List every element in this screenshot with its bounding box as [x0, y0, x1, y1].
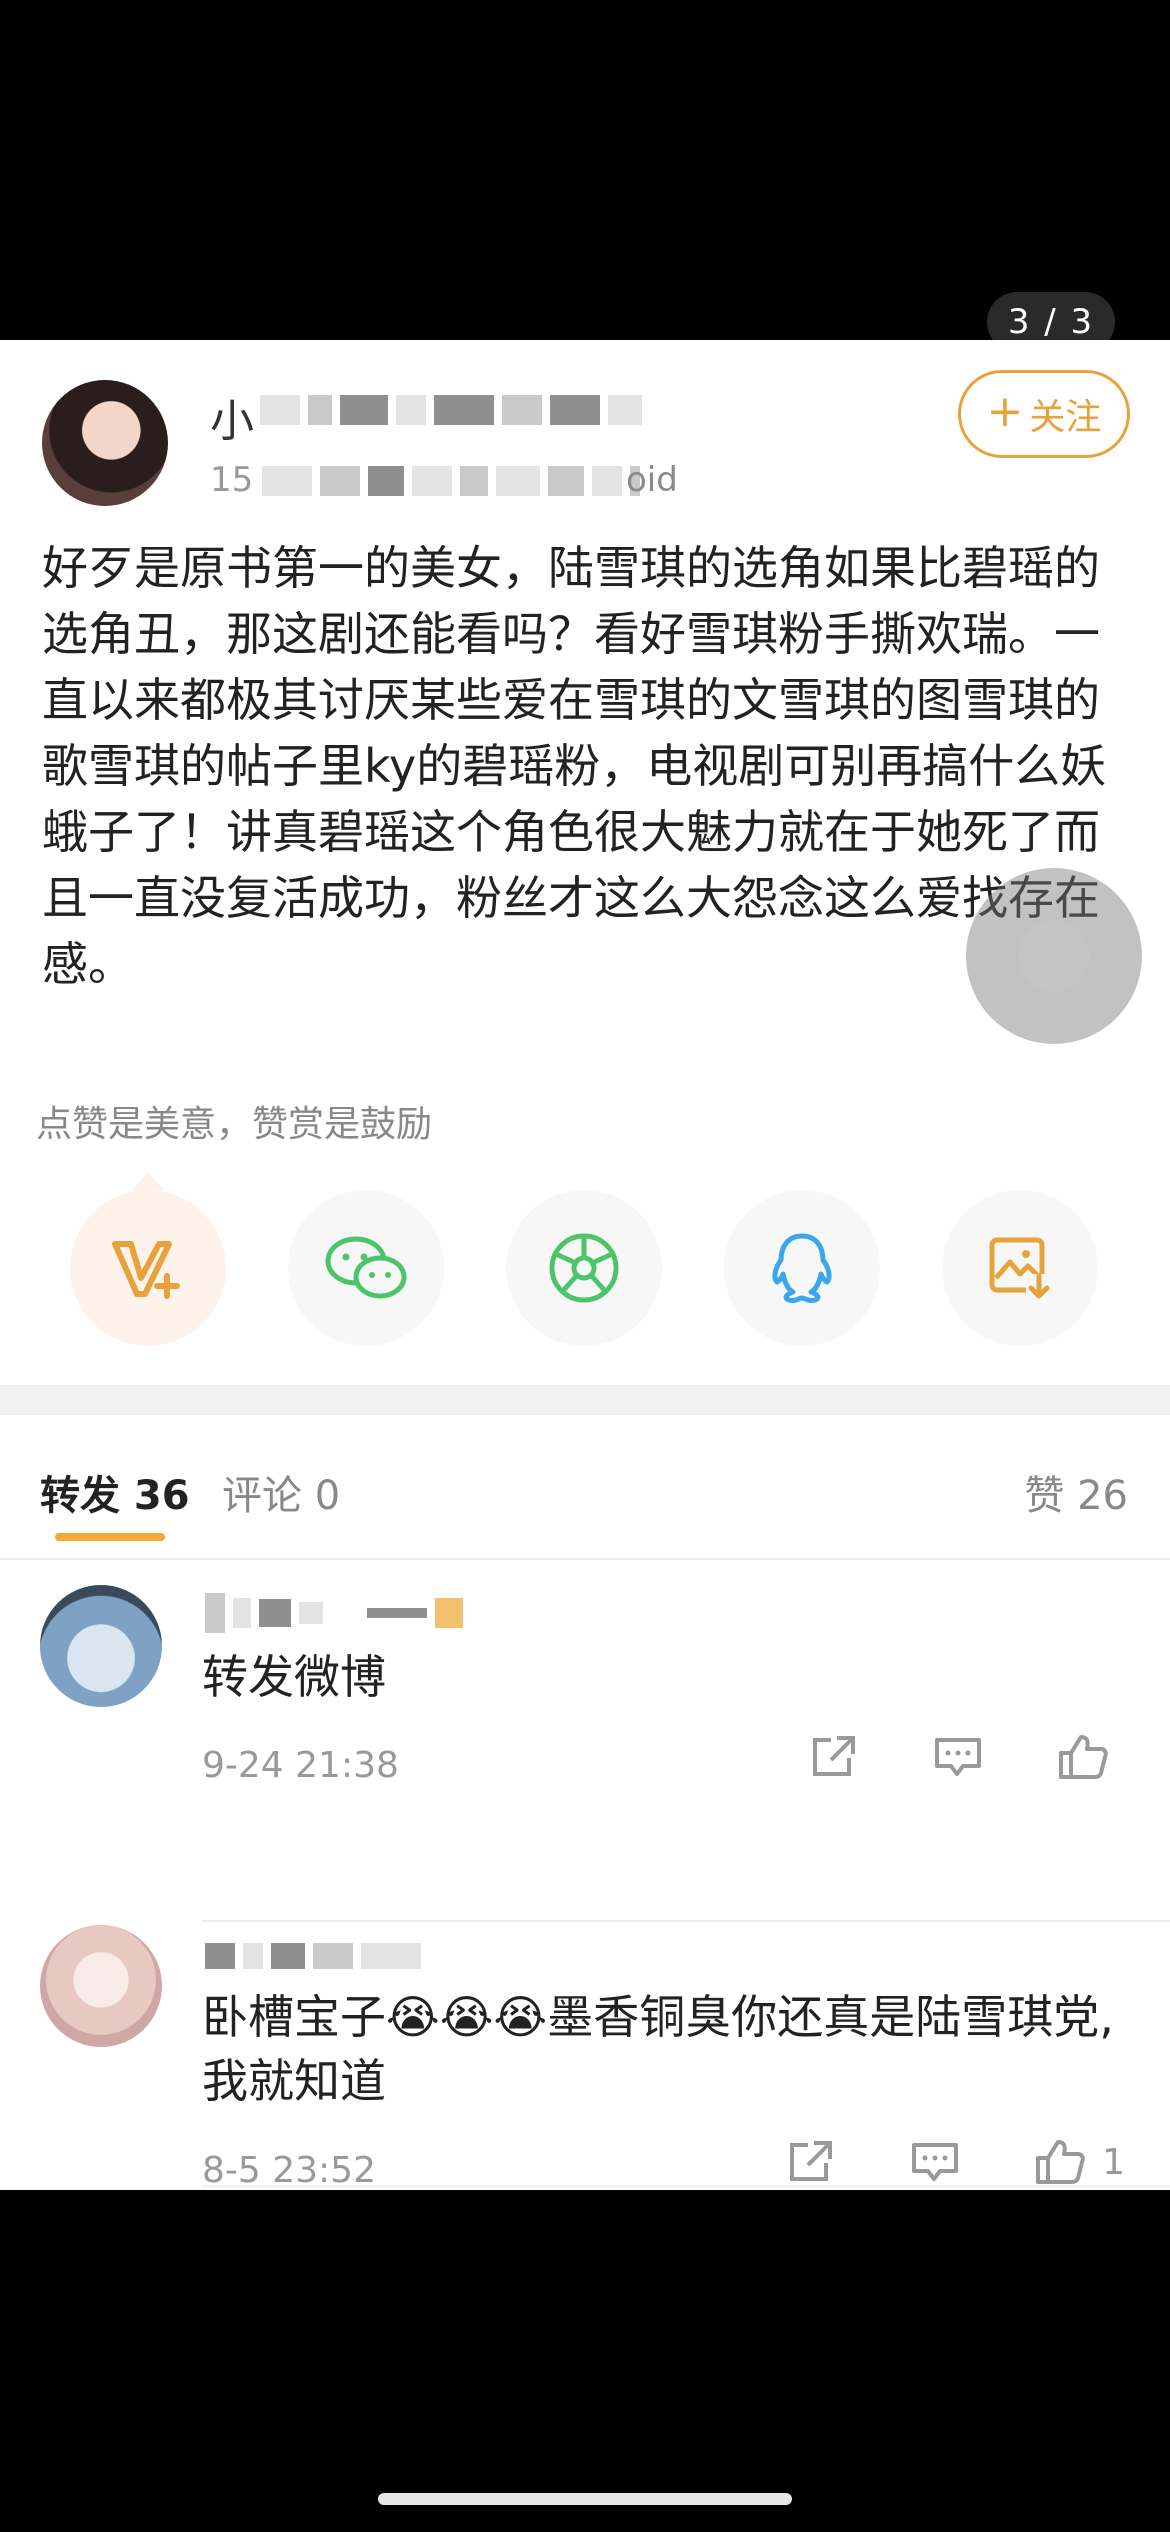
list-item[interactable]: 卧槽宝子😭😭😭墨香铜臭你还真是陆雪琪党,我就知道 8-5 23:52 1	[0, 1925, 1170, 2345]
tab-comment[interactable]: 评论 0	[222, 1463, 340, 1521]
comment-icon	[933, 1734, 983, 1780]
comment-icon	[910, 2139, 960, 2185]
forward-button[interactable]	[809, 1734, 859, 1780]
forward-button[interactable]	[786, 2139, 836, 2185]
tabs-divider	[0, 1558, 1170, 1560]
list-item[interactable]: 转发微博 9-24 21:38	[0, 1585, 1170, 1920]
item-actions: 1	[786, 2138, 1125, 2186]
comment-text: 卧槽宝子😭😭😭墨香铜臭你还真是陆雪琪党,我就知道	[202, 1990, 1114, 2108]
interaction-tabs: 转发 36 评论 0 赞 26	[0, 1415, 1170, 1555]
tab-forward[interactable]: 转发 36	[40, 1463, 190, 1521]
item-divider	[202, 1920, 1170, 1922]
like-count: 1	[1102, 2141, 1125, 2183]
comment-button[interactable]	[910, 2139, 960, 2185]
thumbs-up-icon	[1057, 1733, 1109, 1781]
forward-icon	[786, 2139, 836, 2185]
item-divider	[202, 2185, 1170, 2187]
home-indicator[interactable]	[378, 2493, 792, 2505]
forward-icon	[809, 1734, 859, 1780]
avatar[interactable]	[40, 1585, 162, 1707]
like-button[interactable]	[1057, 1733, 1125, 1781]
comment-text: 转发微博	[202, 1650, 386, 1704]
thumbs-up-icon	[1034, 2138, 1086, 2186]
comment-time: 9-24 21:38	[202, 1745, 399, 1786]
post-lower-section: 转发 36 评论 0 赞 26 转发微博 9-24 21:38 卧槽宝子😭😭😭墨…	[0, 340, 1170, 2191]
user-name-blurred	[205, 1943, 421, 1969]
tab-like[interactable]: 赞 26	[1024, 1463, 1128, 1521]
active-tab-indicator	[55, 1533, 165, 1541]
item-actions	[809, 1733, 1125, 1781]
user-name-blurred	[205, 1593, 463, 1633]
avatar[interactable]	[40, 1925, 162, 2047]
comment-button[interactable]	[933, 1734, 983, 1780]
like-button[interactable]: 1	[1034, 2138, 1125, 2186]
section-divider	[0, 1385, 1170, 1415]
